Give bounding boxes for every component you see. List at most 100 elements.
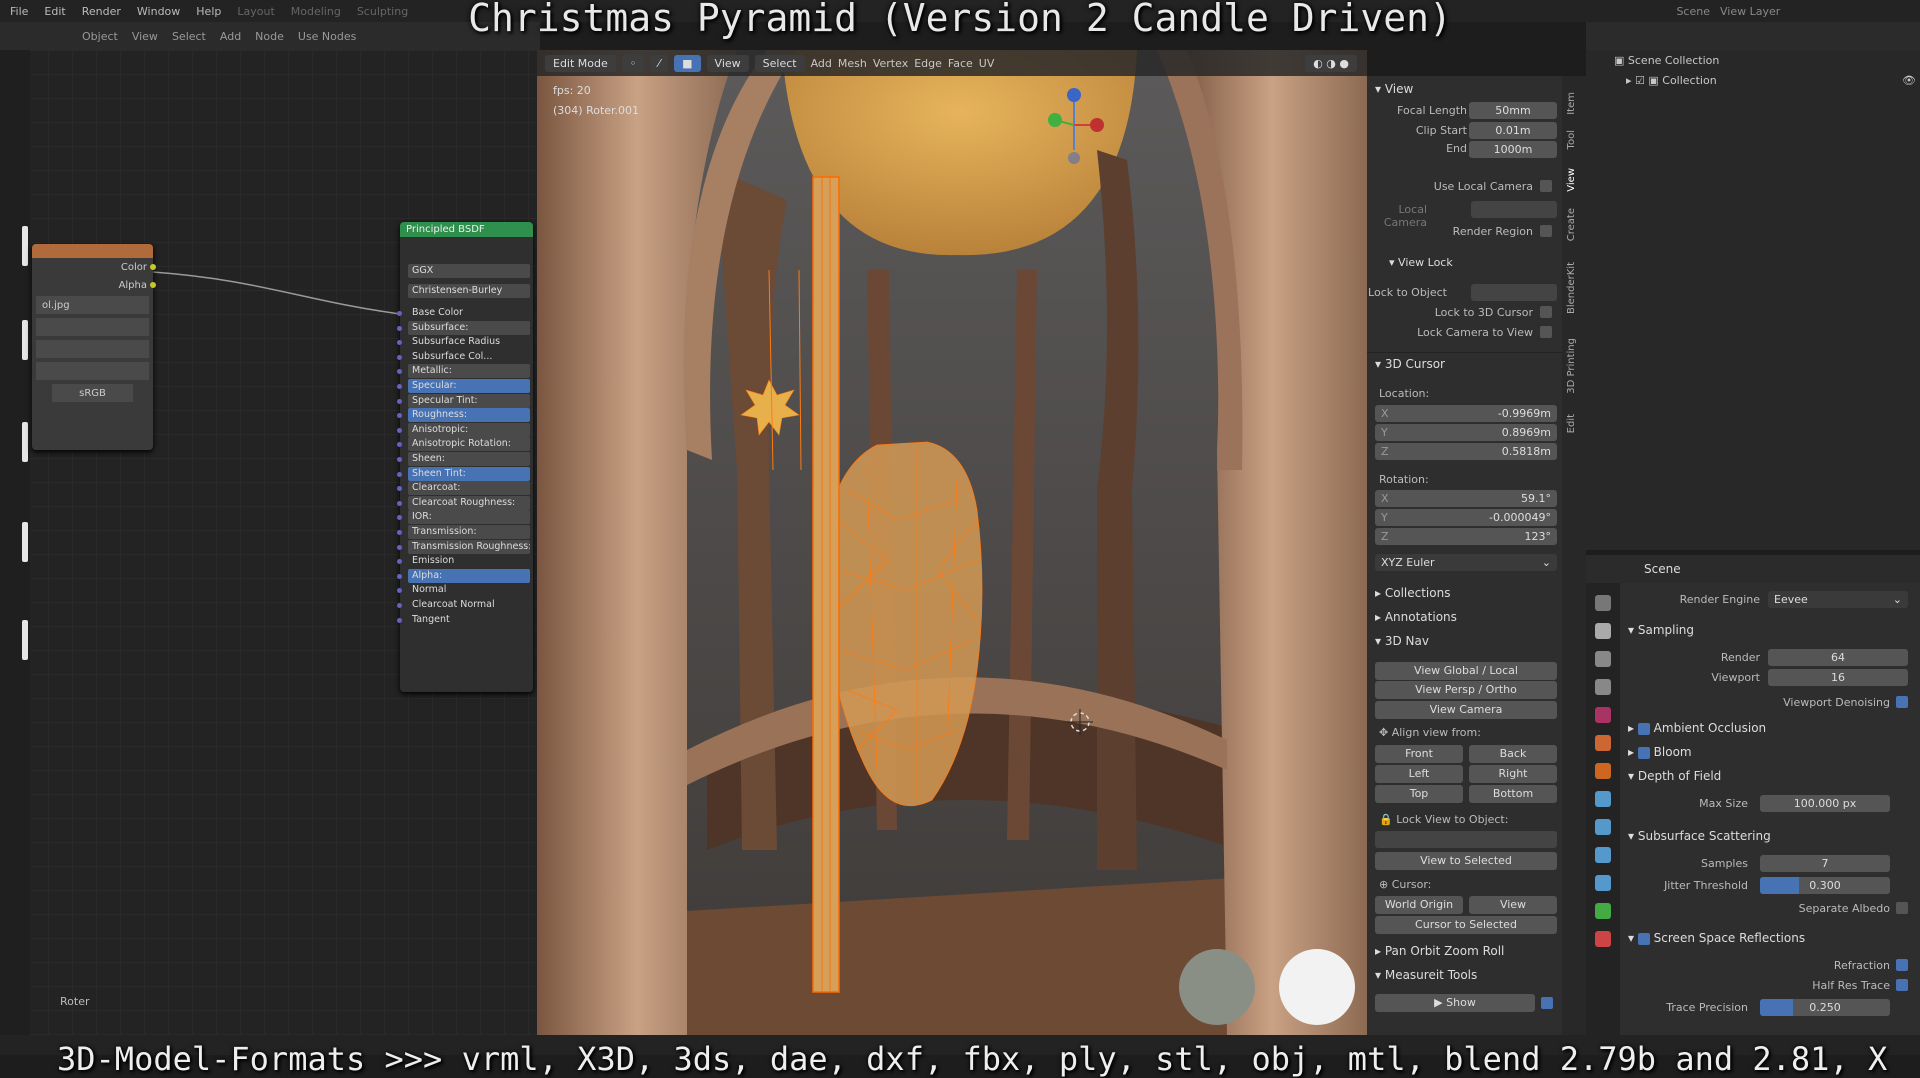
input-socket[interactable] [397, 398, 402, 404]
image-node-header[interactable] [32, 244, 153, 258]
world-props-tab-icon[interactable] [1595, 735, 1611, 751]
render-region-checkbox[interactable] [1540, 225, 1552, 237]
view-lock-header[interactable]: ▾ View Lock [1389, 256, 1453, 269]
subsurface-method-select[interactable]: Christensen-Burley [408, 284, 530, 298]
cursor-z-field[interactable]: Z 0.5818m [1375, 443, 1557, 460]
viewport-menu-view[interactable]: View [706, 54, 749, 72]
select-mode-vertex-icon[interactable]: ◦ [621, 54, 645, 72]
select-mode-face-icon[interactable]: ■ [674, 54, 701, 72]
image-file-field[interactable]: ol.jpg [36, 296, 149, 314]
bsdf-input-row[interactable]: Sheen: [408, 452, 530, 466]
separate-albedo-checkbox[interactable] [1896, 902, 1908, 914]
lock-to-cursor-checkbox[interactable] [1540, 306, 1552, 318]
lock-view-object-field[interactable] [1375, 831, 1557, 848]
principled-bsdf-node[interactable]: Principled BSDF GGX Christensen-Burley B… [397, 222, 533, 692]
input-socket[interactable] [397, 471, 402, 477]
outliner-scene-collection[interactable]: ▣ Scene Collection [1614, 54, 1719, 67]
bsdf-input-row[interactable]: Transmission: [408, 525, 530, 539]
annotations-section-header[interactable]: ▸ Annotations [1375, 610, 1457, 624]
mode-select[interactable]: Edit Mode [545, 54, 616, 72]
particles-props-tab-icon[interactable] [1595, 819, 1611, 835]
shading-mode-icons[interactable]: ◐ ◑ ● [1305, 54, 1357, 72]
bsdf-input-row[interactable]: Metallic: [408, 364, 530, 379]
bsdf-node-title[interactable]: Principled BSDF [400, 222, 533, 237]
view-layer-props-tab-icon[interactable] [1595, 679, 1611, 695]
visibility-eye-icon[interactable]: 👁 [1902, 74, 1916, 87]
view-right-button[interactable]: Right [1469, 765, 1557, 783]
sidebar-tab-item[interactable]: Item [1566, 92, 1577, 115]
input-socket[interactable] [397, 500, 402, 506]
distribution-select[interactable]: GGX [408, 264, 530, 278]
image-dropdown[interactable] [36, 362, 149, 380]
sidebar-tab-view[interactable]: View [1566, 168, 1577, 192]
measureit-show-button[interactable]: ▶ Show [1375, 994, 1535, 1012]
input-socket[interactable] [397, 369, 402, 375]
constraints-props-tab-icon[interactable] [1595, 875, 1611, 891]
measureit-toggle[interactable] [1541, 997, 1553, 1009]
cursor-view-button[interactable]: View [1469, 896, 1557, 914]
bsdf-input-row[interactable]: Clearcoat: [408, 481, 530, 496]
cursor-y-field[interactable]: Y 0.8969m [1375, 424, 1557, 441]
input-socket[interactable] [397, 384, 402, 389]
cursor-x-field[interactable]: X -0.9969m [1375, 405, 1557, 422]
render-samples-field[interactable]: 64 [1768, 649, 1908, 666]
cursor-to-selected-button[interactable]: Cursor to Selected [1375, 916, 1557, 934]
cursor-world-origin-button[interactable]: World Origin [1375, 896, 1463, 914]
sss-samples-field[interactable]: 7 [1760, 855, 1890, 872]
input-socket[interactable] [397, 427, 402, 433]
viewport-denoising-checkbox[interactable] [1896, 696, 1908, 708]
view-front-button[interactable]: Front [1375, 745, 1463, 763]
view-layer-selector[interactable]: View Layer [1720, 5, 1780, 18]
modifier-props-tab-icon[interactable] [1595, 791, 1611, 807]
input-socket[interactable] [397, 486, 402, 492]
collections-section-header[interactable]: ▸ Collections [1375, 586, 1450, 600]
colorspace-select[interactable]: sRGB [52, 384, 133, 402]
rotation-mode-select[interactable]: XYZ Euler ⌄ [1375, 554, 1557, 571]
dof-section-header[interactable]: ▾ Depth of Field [1628, 769, 1721, 783]
input-socket[interactable] [397, 413, 402, 419]
input-socket[interactable] [397, 617, 402, 623]
physics-props-tab-icon[interactable] [1595, 847, 1611, 863]
object-props-tab-icon[interactable] [1595, 763, 1611, 779]
viewport-menu-mesh[interactable]: Mesh [838, 57, 867, 70]
render-props-tab-icon[interactable] [1595, 623, 1611, 639]
scene-selector[interactable]: Scene [1676, 5, 1710, 18]
clip-start-field[interactable]: 0.01m [1469, 122, 1557, 139]
view-back-button[interactable]: Back [1469, 745, 1557, 763]
viewport-menu-edge[interactable]: Edge [914, 57, 942, 70]
half-res-trace-checkbox[interactable] [1896, 979, 1908, 991]
input-socket[interactable] [397, 544, 402, 550]
tool-props-tab-icon[interactable] [1595, 595, 1611, 611]
input-socket[interactable] [397, 559, 402, 565]
input-socket[interactable] [397, 573, 402, 579]
input-socket[interactable] [397, 588, 402, 594]
lock-camera-checkbox[interactable] [1540, 326, 1552, 338]
data-props-tab-icon[interactable] [1595, 903, 1611, 919]
bsdf-input-row[interactable]: Specular Tint: [408, 393, 530, 408]
bsdf-input-row[interactable]: Anisotropic: [408, 422, 530, 437]
input-socket[interactable] [397, 442, 402, 448]
render-engine-select[interactable]: Eevee ⌄ [1768, 591, 1908, 608]
cursor-rot-x-field[interactable]: X 59.1° [1375, 490, 1557, 507]
view-camera-button[interactable]: View Camera [1375, 701, 1557, 719]
cursor-rot-y-field[interactable]: Y -0.000049° [1375, 509, 1557, 526]
bloom-section-header[interactable]: ▸ Bloom [1628, 745, 1692, 759]
sidebar-tab-create[interactable]: Create [1566, 208, 1577, 241]
3d-cursor-section-header[interactable]: ▾ 3D Cursor [1375, 357, 1445, 371]
image-dropdown[interactable] [36, 340, 149, 358]
bsdf-input-row[interactable]: Roughness: [408, 408, 530, 423]
cursor-rot-z-field[interactable]: Z 123° [1375, 528, 1557, 545]
input-socket[interactable] [397, 603, 402, 608]
input-socket[interactable] [397, 457, 402, 462]
input-socket[interactable] [397, 515, 402, 521]
refraction-checkbox[interactable] [1896, 959, 1908, 971]
output-props-tab-icon[interactable] [1595, 651, 1611, 667]
bsdf-input-row[interactable]: Sheen Tint: [408, 466, 530, 481]
bsdf-input-row[interactable]: Subsurface: [408, 320, 530, 335]
bsdf-input-row[interactable]: Clearcoat Roughness: [408, 495, 530, 510]
view-global-local-button[interactable]: View Global / Local [1375, 662, 1557, 680]
view-bottom-button[interactable]: Bottom [1469, 785, 1557, 803]
input-socket[interactable] [397, 530, 402, 535]
max-size-field[interactable]: 100.000 px [1760, 795, 1890, 812]
view-left-button[interactable]: Left [1375, 765, 1463, 783]
